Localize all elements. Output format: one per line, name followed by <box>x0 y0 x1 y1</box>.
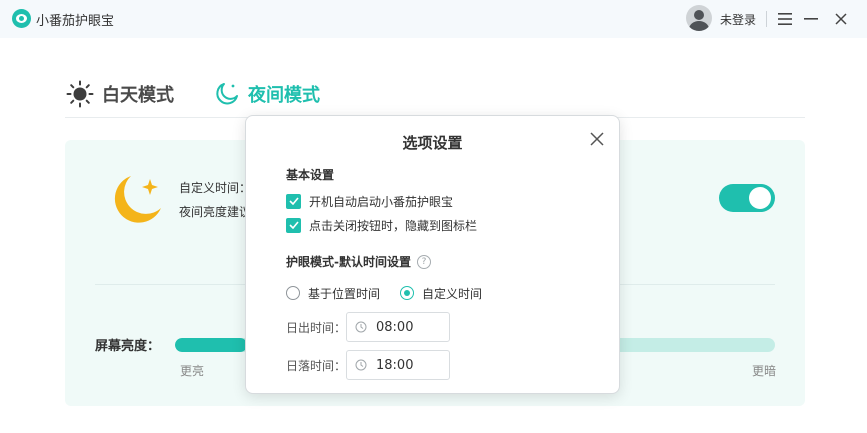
app-title: 小番茄护眼宝 <box>36 14 115 29</box>
location-time-radio[interactable] <box>286 286 300 300</box>
minimize-icon <box>804 18 818 20</box>
hide-to-tray-option[interactable]: 点击关闭按钮时，隐藏到图标栏 <box>286 216 477 234</box>
sunset-time-input[interactable]: 18:00 <box>346 350 450 380</box>
sunset-time-value: 18:00 <box>376 357 414 373</box>
title-bar: 小番茄护眼宝 未登录 <box>0 0 867 38</box>
basic-settings-title: 基本设置 <box>286 168 335 182</box>
autostart-checkbox[interactable] <box>286 193 301 209</box>
location-time-label: 基于位置时间 <box>308 286 381 301</box>
titlebar-divider <box>766 11 767 27</box>
tab-night-mode[interactable]: 夜间模式 <box>214 78 320 110</box>
custom-time-option[interactable]: 自定义时间 <box>400 284 482 302</box>
location-time-option[interactable]: 基于位置时间 <box>286 284 380 302</box>
autostart-option[interactable]: 开机自动启动小番茄护眼宝 <box>286 192 453 210</box>
sunrise-time-value: 08:00 <box>376 319 414 335</box>
sunrise-time-input[interactable]: 08:00 <box>346 312 450 342</box>
user-avatar[interactable] <box>686 5 712 31</box>
brightness-tip-text: 夜间亮度建议 <box>179 205 252 219</box>
help-icon[interactable]: ? <box>416 254 431 269</box>
menu-button[interactable] <box>774 8 796 30</box>
toggle-knob <box>749 187 771 209</box>
brightness-label: 屏幕亮度： <box>95 339 161 354</box>
brightness-min-label: 更亮 <box>180 364 205 378</box>
custom-time-text: 自定义时间： <box>179 181 252 195</box>
crescent-moon-icon <box>114 176 161 223</box>
app-logo-icon <box>12 9 31 28</box>
custom-time-radio[interactable] <box>400 286 414 300</box>
autostart-label: 开机自动启动小番茄护眼宝 <box>309 194 454 209</box>
hide-to-tray-checkbox[interactable] <box>286 217 301 233</box>
clock-icon <box>355 359 367 371</box>
window-close-button[interactable] <box>830 8 852 30</box>
login-link[interactable]: 未登录 <box>720 11 756 28</box>
minimize-button[interactable] <box>800 8 822 30</box>
clock-icon <box>355 321 367 333</box>
brightness-slider-fill <box>175 338 247 352</box>
moon-outline-icon <box>216 83 238 105</box>
close-icon <box>835 13 847 25</box>
sunrise-label: 日出时间： <box>286 321 347 335</box>
sun-icon <box>66 80 94 108</box>
custom-time-label: 自定义时间 <box>422 286 483 301</box>
sunset-label: 日落时间： <box>286 359 347 373</box>
dialog-title: 选项设置 <box>402 134 463 152</box>
tab-day-label: 白天模式 <box>102 85 174 106</box>
night-mode-toggle[interactable] <box>719 184 775 212</box>
options-dialog: 选项设置 基本设置 开机自动启动小番茄护眼宝 点击关闭按钮时，隐藏到图标栏 护眼… <box>245 115 620 394</box>
checkmark-icon <box>288 221 299 229</box>
tab-night-label: 夜间模式 <box>248 85 320 106</box>
brightness-max-label: 更暗 <box>752 364 777 378</box>
tab-day-mode[interactable]: 白天模式 <box>66 78 174 110</box>
close-icon <box>590 132 604 146</box>
eye-mode-time-title: 护眼模式-默认时间设置 ? <box>286 253 431 270</box>
hamburger-icon <box>778 13 792 25</box>
checkmark-icon <box>288 197 299 205</box>
eye-mode-time-title-text: 护眼模式-默认时间设置 <box>286 255 411 269</box>
hide-to-tray-label: 点击关闭按钮时，隐藏到图标栏 <box>309 218 478 233</box>
dialog-close-button[interactable] <box>586 128 608 150</box>
